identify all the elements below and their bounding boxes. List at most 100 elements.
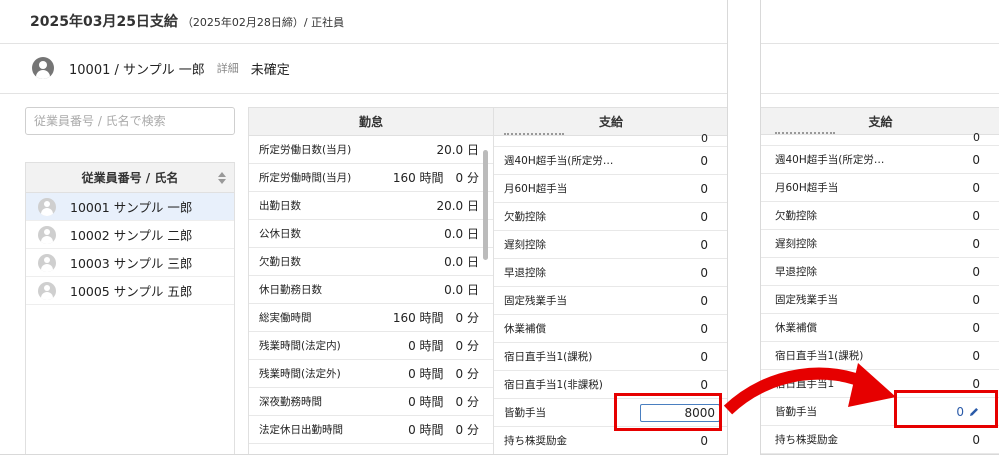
transition-arrow-icon: [723, 363, 896, 415]
row-label: 休業補償: [504, 323, 546, 335]
payment-row[interactable]: 固定残業手当 0: [761, 286, 999, 314]
row-value: 0: [972, 320, 980, 335]
row-label: 総実働時間: [259, 312, 312, 324]
employee-list-item[interactable]: 10002 サンプル 二郎: [26, 221, 234, 249]
row-label: 欠勤日数: [259, 256, 301, 268]
row-value: 0.0 日: [444, 283, 479, 297]
cutoff-subtitle: （2025年02月28日締）/ 正社員: [181, 16, 345, 29]
row-value: 0: [973, 131, 980, 144]
payment-row[interactable]: 欠勤控除 0: [761, 202, 999, 230]
payment-header: 支給: [761, 107, 999, 135]
row-value: 0: [701, 132, 708, 145]
row-value: 0: [972, 264, 980, 279]
payment-row[interactable]: 早退控除 0: [494, 259, 727, 287]
payment-row[interactable]: 遅刻控除 0: [761, 230, 999, 258]
payment-row[interactable]: 欠勤控除 0: [494, 203, 727, 231]
row-label: 遅刻控除: [775, 238, 817, 250]
row-label: 早退控除: [775, 266, 817, 278]
payment-row[interactable]: 遅刻控除 0: [494, 231, 727, 259]
row-value: 0: [700, 181, 708, 196]
row-label: 所定労働時間(当月): [259, 172, 352, 184]
avatar-icon: [38, 197, 56, 216]
employee-list-item[interactable]: 10005 サンプル 五郎: [26, 277, 234, 305]
row-value: 0: [700, 265, 708, 280]
bar-divider: [0, 93, 727, 94]
highlight-box-value: [894, 390, 998, 428]
pay-date-title: 2025年03月25日支給: [30, 14, 178, 30]
row-value: 0: [972, 152, 980, 167]
attendance-row: 所定労働日数(当月) 20.0 日: [249, 136, 493, 164]
bar-divider: [761, 93, 999, 94]
payment-row[interactable]: 週40H超手当(所定労… 0: [494, 147, 727, 175]
row-label: 月60H超手当: [775, 182, 839, 194]
payment-row[interactable]: 宿日直手当1(課税) 0: [494, 343, 727, 371]
row-value: 0: [972, 180, 980, 195]
row-value: 20.0 日: [436, 199, 479, 213]
attendance-row: 欠勤日数 0.0 日: [249, 248, 493, 276]
row-label: 残業時間(法定外): [259, 368, 341, 380]
payment-row[interactable]: 休業補償 0: [761, 314, 999, 342]
header-divider: [761, 43, 999, 44]
payment-row[interactable]: 月60H超手当 0: [761, 174, 999, 202]
row-label: 休業補償: [775, 322, 817, 334]
employee-list-label: 10002 サンプル 二郎: [70, 228, 193, 243]
row-value: 0 時間 0 分: [408, 395, 479, 409]
row-label: 所定労働日数(当月): [259, 144, 352, 156]
avatar-icon: [38, 253, 56, 272]
row-value: 0 時間 0 分: [408, 339, 479, 353]
attendance-column: 勤怠 所定労働日数(当月) 20.0 日 所定労働時間(当月) 160 時間 0 分…: [248, 107, 493, 454]
payment-row[interactable]: 持ち株奨励金 0: [494, 427, 727, 454]
row-value: 0: [972, 292, 980, 307]
row-value: 0: [700, 209, 708, 224]
attendance-row: 所定労働時間(当月) 160 時間 0 分: [249, 164, 493, 192]
payment-row[interactable]: 固定残業手当 0: [494, 287, 727, 315]
attendance-scrollbar[interactable]: [483, 150, 488, 260]
avatar-icon: [38, 281, 56, 300]
row-label: 休日勤務日数: [259, 284, 322, 296]
row-label: 週40H超手当(所定労…: [504, 155, 614, 167]
attendance-row: 出勤日数 20.0 日: [249, 192, 493, 220]
payment-row[interactable]: 休業補償 0: [494, 315, 727, 343]
page-title: 2025年03月25日支給 （2025年02月28日締）/ 正社員: [30, 11, 344, 31]
row-value: 0 時間 0 分: [408, 367, 479, 381]
cut-off-label: [775, 132, 835, 136]
row-label: 残業時間(法定内): [259, 340, 341, 352]
row-label: 固定残業手当: [504, 295, 567, 307]
row-label: 遅刻控除: [504, 239, 546, 251]
payment-row[interactable]: 月60H超手当 0: [494, 175, 727, 203]
employee-name: 10001 / サンプル 一郎: [69, 62, 205, 78]
attendance-row: 深夜勤務時間 0 時間 0 分: [249, 388, 493, 416]
search-input[interactable]: 従業員番号 / 氏名で検索: [25, 107, 235, 135]
row-value: 160 時間 0 分: [392, 171, 479, 185]
status-label: 未確定: [250, 62, 290, 78]
row-value: 160 時間 0 分: [392, 311, 479, 325]
employee-list-item[interactable]: 10001 サンプル 一郎: [26, 193, 234, 221]
row-value: 0 時間 0 分: [408, 423, 479, 437]
employee-table-header[interactable]: 従業員番号 / 氏名: [26, 163, 234, 193]
attendance-header: 勤怠: [249, 108, 493, 136]
row-label: 月60H超手当: [504, 183, 568, 195]
employee-list-item[interactable]: 10003 サンプル 三郎: [26, 249, 234, 277]
row-label: 宿日直手当1(非課税): [504, 379, 603, 391]
row-label: 欠勤控除: [775, 210, 817, 222]
avatar-icon: [38, 225, 56, 244]
attendance-row: 総実働時間 160 時間 0 分: [249, 304, 493, 332]
row-value: 0.0 日: [444, 255, 479, 269]
row-label: 早退控除: [504, 267, 546, 279]
header-divider: [0, 43, 727, 44]
row-label: 宿日直手当1(課税): [504, 351, 593, 363]
row-value: 0: [700, 293, 708, 308]
payment-row[interactable]: 週40H超手当(所定労… 0: [761, 146, 999, 174]
row-value: 0: [972, 432, 980, 447]
avatar-icon: [32, 57, 54, 79]
detail-link[interactable]: 詳細: [217, 60, 239, 76]
sort-icon[interactable]: [218, 170, 226, 186]
employee-list-label: 10003 サンプル 三郎: [70, 256, 193, 271]
payment-row[interactable]: 早退控除 0: [761, 258, 999, 286]
row-value: 0: [972, 208, 980, 223]
row-value: 0: [700, 237, 708, 252]
employee-list-label: 10005 サンプル 五郎: [70, 284, 193, 299]
employee-table: 従業員番号 / 氏名 10001 サンプル 一郎 10002 サンプル 二郎 1…: [25, 162, 235, 454]
attendance-row: 残業時間(法定外) 0 時間 0 分: [249, 360, 493, 388]
cut-off-label: [504, 133, 564, 137]
